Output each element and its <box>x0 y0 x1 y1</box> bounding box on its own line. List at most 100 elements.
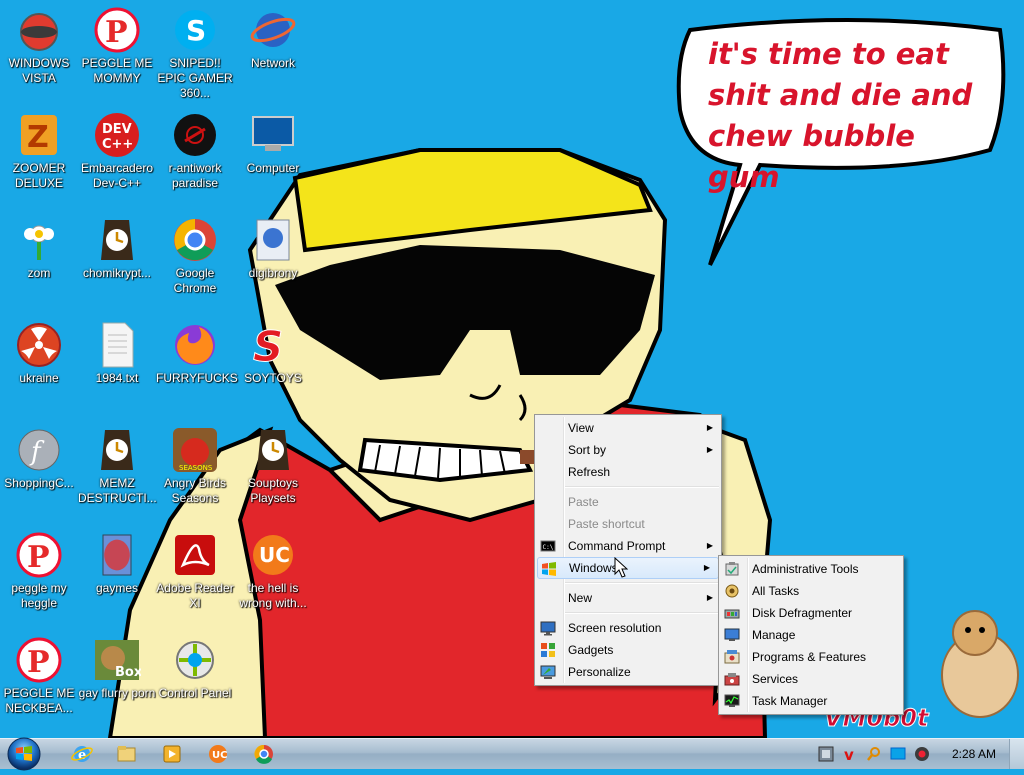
desktop-icon[interactable]: r-antiwork paradise <box>156 111 234 191</box>
desktop-icon[interactable]: P PEGGLE ME MOMMY <box>78 6 156 86</box>
box-icon: Box <box>93 636 143 684</box>
cmd-icon: C:\ <box>540 538 556 554</box>
desktop-icon[interactable]: chomikrypt... <box>78 216 156 281</box>
desktop-icon[interactable]: zom <box>0 216 78 281</box>
firefox-icon <box>171 321 219 369</box>
menu-item-view[interactable]: View ▶ <box>535 417 721 439</box>
services-icon <box>724 671 740 687</box>
desktop-icon-label: chomikrypt... <box>82 266 151 280</box>
menu-separator <box>565 582 719 584</box>
desktop-icon[interactable]: FURRYFUCKS <box>156 321 238 386</box>
desktop-icon[interactable]: ukraine <box>0 321 78 386</box>
network-tray-icon[interactable] <box>818 746 834 762</box>
desktop-icon[interactable]: MEMZ DESTRUCTI... <box>78 426 157 506</box>
desktop-icon[interactable]: Google Chrome <box>156 216 234 296</box>
submenu-arrow-icon: ▶ <box>706 423 713 432</box>
desktop-icon-label: Adobe Reader XI <box>156 581 234 610</box>
desktop-icon[interactable]: S SOYTOYS <box>234 321 312 386</box>
flower-icon <box>15 216 63 264</box>
antivirus-tray-icon[interactable]: v <box>842 746 858 764</box>
submenu-item-manage[interactable]: Manage <box>719 624 903 646</box>
taskbar-chrome[interactable] <box>244 742 284 766</box>
submenu-item-administrative-tools[interactable]: Administrative Tools <box>719 558 903 580</box>
desktop-icon-label: gay flurry porn <box>78 686 156 700</box>
desktop-icon-label: Google Chrome <box>173 266 217 295</box>
menu-item-command-prompt[interactable]: C:\ Command Prompt ▶ <box>535 535 721 557</box>
adobe-reader-icon <box>171 531 219 579</box>
flash-icon: f <box>15 426 63 474</box>
desktop-icon-label: ShoppingC... <box>4 476 74 490</box>
desktop-icon[interactable]: DEV C++ Embarcadero Dev-C++ <box>78 111 156 191</box>
svg-text:UC: UC <box>212 750 227 761</box>
windows-vista-icon <box>15 6 63 54</box>
desktop[interactable]: it's time to eat shit and die and chew b… <box>0 0 1024 738</box>
taskbar-media-player[interactable] <box>152 742 192 766</box>
desktop-icon[interactable]: Z ZOOMER DELUXE <box>0 111 78 191</box>
taskbar-clock[interactable]: 2:28 AM <box>952 739 996 769</box>
desktop-icon-label: ZOOMER DELUXE <box>12 161 66 190</box>
submenu-item-all-tasks[interactable]: All Tasks <box>719 580 903 602</box>
desktop-icon[interactable]: Ppeggle my heggle <box>0 531 78 611</box>
desktop-icon-label: ukraine <box>19 371 59 385</box>
desktop-icon[interactable]: WINDOWS VISTA <box>0 6 78 86</box>
desktop-icon-label: 1984.txt <box>95 371 139 385</box>
display-tray-icon[interactable] <box>890 746 906 762</box>
taskbar: e UC v 2:28 AM <box>0 735 1024 771</box>
svg-text:Z: Z <box>27 120 49 155</box>
desktop-icon[interactable]: Adobe Reader XI <box>156 531 234 611</box>
menu-item-personalize[interactable]: Personalize <box>535 661 721 683</box>
menu-item-screen-resolution[interactable]: Screen resolution <box>535 617 721 639</box>
search-tray-icon[interactable] <box>866 746 882 762</box>
taskbar-internet-explorer[interactable]: e <box>62 742 102 766</box>
submenu-arrow-icon: ▶ <box>706 593 713 602</box>
desktop-icon[interactable]: gaymes <box>78 531 156 596</box>
menu-item-new[interactable]: New ▶ <box>535 587 721 609</box>
start-button[interactable] <box>4 735 44 771</box>
desktop-icon[interactable]: digibrony <box>234 216 312 281</box>
svg-text:Box: Box <box>115 665 141 680</box>
clock-app-icon <box>249 426 297 474</box>
svg-text:P: P <box>105 15 128 50</box>
desktop-icon[interactable]: UC the hell is wrong with... <box>234 531 312 611</box>
desktop-icon-label: WINDOWS VISTA <box>8 56 70 85</box>
desktop-icon-label: gaymes <box>95 581 139 595</box>
desktop-icon[interactable]: Box gay flurry porn <box>78 636 156 701</box>
programs-icon <box>724 649 740 665</box>
submenu-item-disk-defragmenter[interactable]: Disk Defragmenter <box>719 602 903 624</box>
menu-item-windows[interactable]: Windows ▶ <box>537 557 719 579</box>
defrag-icon <box>724 605 740 621</box>
personalize-icon <box>540 664 556 680</box>
admin-tools-icon <box>724 561 740 577</box>
desktop-icon[interactable]: Control Panel <box>156 636 234 701</box>
show-desktop-button[interactable] <box>1009 739 1024 769</box>
desktop-icon-label: r-antiwork paradise <box>168 161 222 190</box>
submenu-item-programs-features[interactable]: Programs & Features <box>719 646 903 668</box>
desktop-icon-label: Control Panel <box>158 686 232 700</box>
submenu-item-task-manager[interactable]: Task Manager <box>719 690 903 712</box>
menu-separator <box>565 612 719 614</box>
digibrony-icon <box>249 216 297 264</box>
windows-start-orb-icon <box>7 737 41 771</box>
desktop-icon[interactable]: P PEGGLE ME NECKBEA... <box>0 636 78 716</box>
submenu-item-services[interactable]: Services <box>719 668 903 690</box>
zoomer-icon: Z <box>15 111 63 159</box>
volume-tray-icon[interactable] <box>914 746 930 762</box>
uc-browser-icon: UC <box>209 745 227 763</box>
desktop-icon[interactable]: Computer <box>234 111 312 176</box>
desktop-icon-label: PEGGLE ME NECKBEA... <box>3 686 75 715</box>
desktop-icon[interactable]: 1984.txt <box>78 321 156 386</box>
clock-app-icon <box>93 216 141 264</box>
taskbar-uc-browser[interactable]: UC <box>198 742 238 766</box>
skype-icon: S <box>171 6 219 54</box>
menu-item-refresh[interactable]: Refresh <box>535 461 721 483</box>
desktop-icon[interactable]: Network <box>234 6 312 71</box>
chrome-icon <box>254 744 273 764</box>
menu-item-sort-by[interactable]: Sort by ▶ <box>535 439 721 461</box>
taskbar-explorer[interactable] <box>106 742 146 766</box>
menu-item-gadgets[interactable]: Gadgets <box>535 639 721 661</box>
desktop-icon[interactable]: SEASONS Angry Birds Seasons <box>156 426 234 506</box>
desktop-icon[interactable]: S SNIPED!! EPIC GAMER 360... <box>156 6 234 101</box>
desktop-icon[interactable]: f ShoppingC... <box>0 426 78 491</box>
svg-text:SEASONS: SEASONS <box>179 464 213 472</box>
desktop-icon[interactable]: Souptoys Playsets <box>234 426 312 506</box>
